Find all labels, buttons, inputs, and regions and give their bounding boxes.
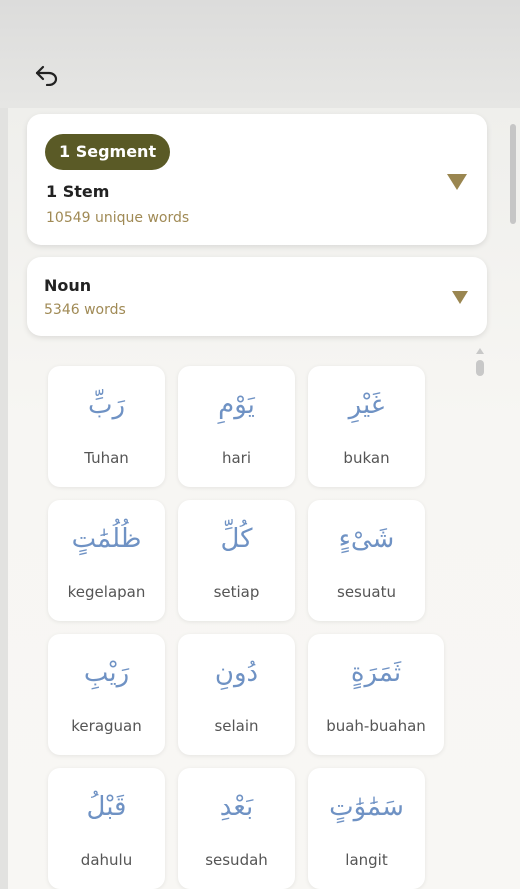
word-meaning: langit: [345, 851, 388, 869]
word-tile[interactable]: رَيْبِ keraguan: [48, 634, 165, 755]
word-tile[interactable]: يَوْمِ hari: [178, 366, 295, 487]
word-meaning: bukan: [343, 449, 390, 467]
grid-scrollbar[interactable]: [475, 348, 485, 378]
word-arabic: يَوْمِ: [218, 390, 255, 420]
scrollbar-thumb[interactable]: [510, 124, 516, 224]
undo-arrow-icon: [35, 65, 58, 86]
chevron-down-icon[interactable]: [452, 291, 468, 304]
word-meaning: kegelapan: [67, 583, 146, 601]
segment-card-title: 1 Stem: [46, 182, 110, 201]
word-meaning: selain: [214, 717, 259, 735]
word-tile[interactable]: دُونِ selain: [178, 634, 295, 755]
word-tile[interactable]: بَعْدِ sesudah: [178, 768, 295, 889]
word-arabic: بَعْدِ: [219, 792, 254, 822]
word-meaning: Tuhan: [84, 449, 129, 467]
word-meaning: sesuatu: [337, 583, 396, 601]
word-arabic: رَيْبِ: [83, 658, 130, 688]
word-meaning: buah-buahan: [326, 717, 426, 735]
word-meaning: sesudah: [205, 851, 268, 869]
word-tile[interactable]: قَبْلُ dahulu: [48, 768, 165, 889]
word-arabic: قَبْلُ: [86, 792, 127, 822]
segment-card[interactable]: 1 Segment 1 Stem 10549 unique words: [27, 114, 487, 245]
word-arabic: دُونِ: [214, 658, 259, 688]
word-tile[interactable]: ظُلُمَٰتٍ kegelapan: [48, 500, 165, 621]
word-tile[interactable]: سَمَٰوَٰتٍ langit: [308, 768, 425, 889]
word-meaning: setiap: [213, 583, 260, 601]
noun-card-title: Noun: [44, 276, 92, 295]
word-arabic: شَىْءٍ: [338, 524, 395, 554]
segment-badge: 1 Segment: [45, 134, 171, 170]
word-tile[interactable]: غَيْرِ bukan: [308, 366, 425, 487]
segment-card-subtitle: 10549 unique words: [46, 210, 190, 226]
word-meaning: dahulu: [80, 851, 133, 869]
word-arabic: غَيْرِ: [348, 390, 385, 420]
noun-card[interactable]: Noun 5346 words: [27, 257, 487, 336]
scroll-up-arrow-icon[interactable]: [476, 348, 484, 354]
word-arabic: كُلِّ: [220, 524, 253, 554]
word-tile[interactable]: شَىْءٍ sesuatu: [308, 500, 425, 621]
noun-card-subtitle: 5346 words: [44, 302, 126, 318]
scrollbar[interactable]: [508, 118, 518, 236]
back-button[interactable]: [30, 58, 64, 92]
word-tile[interactable]: كُلِّ setiap: [178, 500, 295, 621]
word-arabic: سَمَٰوَٰتٍ: [329, 792, 404, 822]
word-meaning: hari: [221, 449, 252, 467]
word-meaning: keraguan: [71, 717, 142, 735]
chevron-down-icon[interactable]: [447, 174, 467, 190]
word-arabic: ثَمَرَةٍ: [350, 658, 402, 688]
word-arabic: ظُلُمَٰتٍ: [71, 524, 142, 554]
grid-scrollbar-thumb[interactable]: [476, 360, 484, 376]
word-tile[interactable]: ثَمَرَةٍ buah-buahan: [308, 634, 444, 755]
top-bar: [0, 0, 520, 108]
word-tile[interactable]: رَبِّ Tuhan: [48, 366, 165, 487]
word-arabic: رَبِّ: [87, 390, 126, 420]
